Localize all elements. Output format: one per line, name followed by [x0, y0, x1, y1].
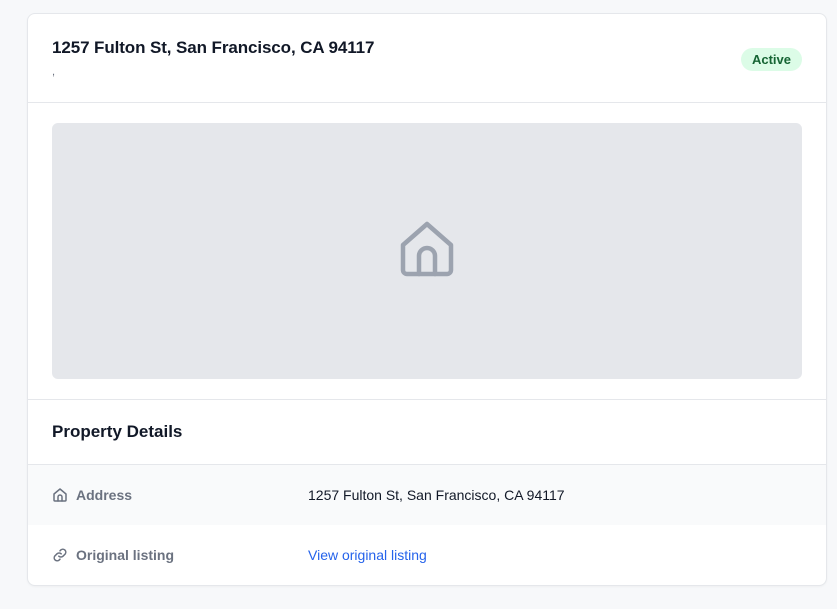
detail-row-address: Address 1257 Fulton St, San Francisco, C… — [28, 465, 826, 525]
property-header: 1257 Fulton St, San Francisco, CA 94117 … — [28, 14, 826, 103]
details-title: Property Details — [52, 422, 183, 441]
property-subtitle: , — [52, 66, 56, 78]
details-header: Property Details — [28, 400, 826, 465]
address-value: 1257 Fulton St, San Francisco, CA 94117 — [308, 487, 565, 503]
original-listing-label-text: Original listing — [76, 547, 175, 563]
original-listing-label: Original listing — [52, 547, 308, 563]
property-title: 1257 Fulton St, San Francisco, CA 94117 — [52, 38, 375, 57]
address-label-text: Address — [76, 487, 133, 503]
link-icon — [52, 547, 68, 563]
house-icon — [52, 487, 68, 503]
view-original-listing-link[interactable]: View original listing — [308, 547, 427, 563]
address-label: Address — [52, 487, 308, 503]
image-section — [28, 103, 826, 400]
property-card: 1257 Fulton St, San Francisco, CA 94117 … — [27, 13, 827, 586]
status-badge: Active — [740, 48, 802, 71]
property-image-placeholder — [52, 123, 802, 379]
detail-row-original-listing: Original listing View original listing — [28, 525, 826, 585]
house-icon — [399, 220, 455, 283]
